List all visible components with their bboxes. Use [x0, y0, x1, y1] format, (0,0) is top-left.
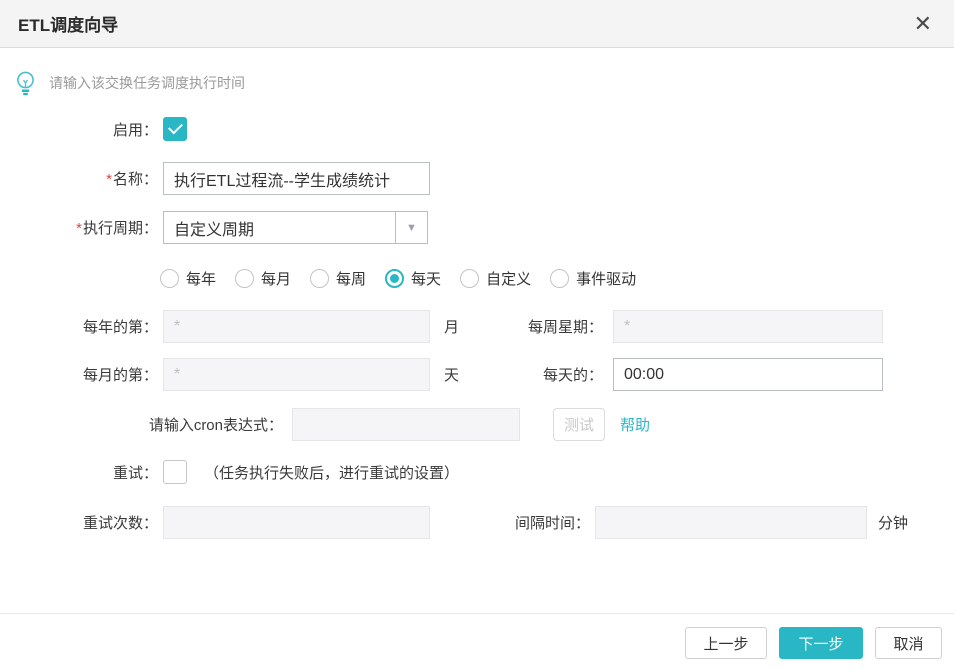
retry-label: 重试： [0, 462, 158, 483]
year-month-input [163, 310, 430, 343]
radio-custom[interactable]: 自定义 [460, 268, 531, 289]
radio-every-day[interactable]: 每天 [385, 268, 441, 289]
radio-event-driven[interactable]: 事件驱动 [550, 268, 636, 289]
cron-label: 请输入cron表达式： [0, 414, 283, 435]
week-day-label: 每周星期： [445, 316, 603, 337]
name-label: *名称： [0, 168, 158, 189]
radio-icon[interactable] [460, 269, 479, 288]
test-button: 测试 [553, 408, 605, 441]
next-step-button[interactable]: 下一步 [779, 627, 863, 659]
radio-icon-selected[interactable] [385, 269, 404, 288]
chevron-down-icon[interactable]: ▼ [395, 212, 427, 243]
week-day-input [613, 310, 883, 343]
name-input[interactable] [163, 162, 430, 195]
cron-input [292, 408, 520, 441]
month-day-label: 每月的第： [0, 364, 158, 385]
etl-schedule-wizard-dialog: ETL调度向导 ✕ 请输入该交换任务调度执行时间 启用： *名称： *执行周期：… [0, 0, 954, 670]
footer-actions: 上一步 下一步 取消 [685, 627, 942, 659]
period-row: *执行周期： 自定义周期 ▼ [0, 211, 954, 244]
interval-label: 间隔时间： [445, 512, 590, 533]
retry-settings-row: 重试次数： 间隔时间： 分钟 [0, 506, 954, 539]
schedule-row-2: 每月的第： 天 每天的： [0, 358, 954, 391]
lightbulb-icon [14, 69, 37, 97]
cancel-button[interactable]: 取消 [875, 627, 942, 659]
required-asterisk: * [76, 220, 82, 237]
tip-text: 请输入该交换任务调度执行时间 [49, 73, 245, 93]
name-row: *名称： [0, 162, 954, 195]
month-day-input [163, 358, 430, 391]
daily-time-label: 每天的： [445, 364, 603, 385]
tip-row: 请输入该交换任务调度执行时间 [14, 69, 954, 97]
retry-checkbox[interactable] [163, 460, 187, 484]
radio-every-week[interactable]: 每周 [310, 268, 366, 289]
retry-count-input [163, 506, 430, 539]
retry-row: 重试： （任务执行失败后，进行重试的设置） [0, 459, 954, 485]
enable-checkbox[interactable] [163, 117, 187, 141]
radio-icon[interactable] [310, 269, 329, 288]
period-select[interactable]: 自定义周期 ▼ [163, 211, 428, 244]
prev-step-button[interactable]: 上一步 [685, 627, 767, 659]
dialog-header: ETL调度向导 ✕ [0, 0, 954, 48]
dialog-title: ETL调度向导 [18, 11, 118, 36]
radio-icon[interactable] [550, 269, 569, 288]
daily-time-input[interactable] [613, 358, 883, 391]
period-select-value: 自定义周期 [164, 216, 395, 240]
radio-icon[interactable] [160, 269, 179, 288]
enable-label: 启用： [0, 119, 158, 140]
schedule-row-1: 每年的第： 月 每周星期： [0, 310, 954, 343]
unit-minute: 分钟 [878, 512, 908, 533]
radio-every-month[interactable]: 每月 [235, 268, 291, 289]
close-icon[interactable]: ✕ [910, 11, 936, 37]
retry-count-label: 重试次数： [0, 512, 158, 533]
radio-every-year[interactable]: 每年 [160, 268, 216, 289]
cron-row: 请输入cron表达式： 测试 帮助 [0, 408, 954, 441]
required-asterisk: * [106, 171, 112, 188]
enable-row: 启用： [0, 117, 954, 141]
frequency-radio-group: 每年 每月 每周 每天 自定义 事件驱动 [0, 265, 954, 291]
footer-divider [0, 613, 954, 614]
retry-hint: （任务执行失败后，进行重试的设置） [204, 462, 459, 483]
radio-icon[interactable] [235, 269, 254, 288]
year-month-label: 每年的第： [0, 316, 158, 337]
interval-input [595, 506, 867, 539]
help-link[interactable]: 帮助 [620, 414, 650, 435]
period-label: *执行周期： [0, 217, 158, 238]
